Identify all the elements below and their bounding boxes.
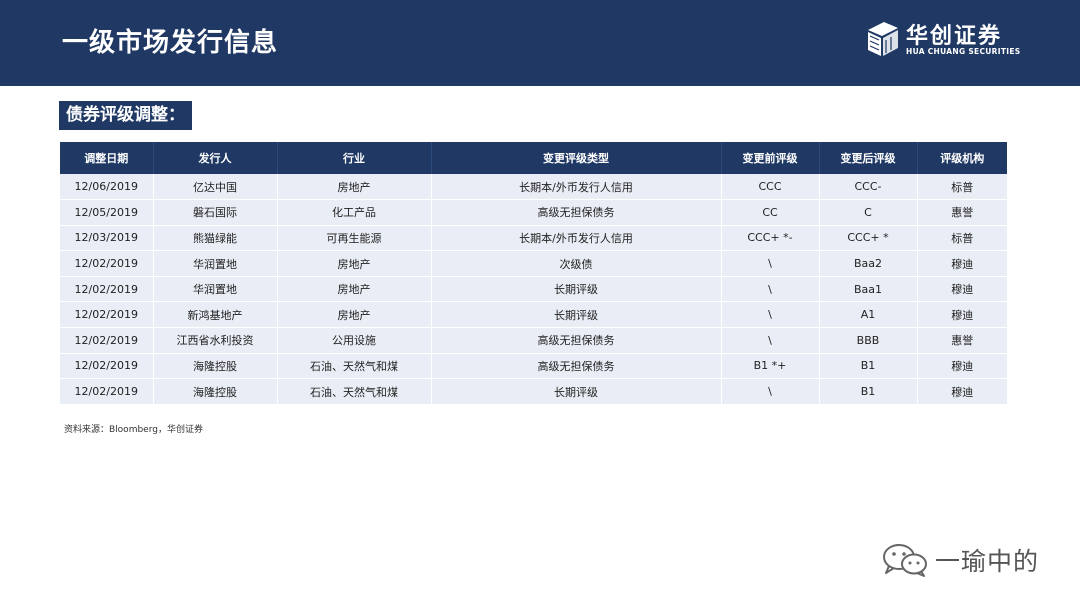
cell-date: 12/03/2019 (60, 225, 154, 252)
cell-prev-rating: \ (721, 378, 820, 405)
cell-new-rating: CCC+ * (819, 225, 918, 252)
cell-date: 12/02/2019 (60, 250, 154, 277)
table-row: 12/06/2019 亿达中国 房地产 长期本/外币发行人信用 CCC CCC-… (60, 174, 1007, 201)
col-header-date: 调整日期 (60, 142, 154, 174)
cell-new-rating: BBB (819, 327, 918, 354)
wechat-icon (883, 544, 927, 577)
cell-prev-rating: CCC (721, 174, 820, 201)
cell-prev-rating: \ (721, 276, 820, 303)
cell-industry: 石油、天然气和煤 (277, 353, 432, 380)
cell-rating-type: 高级无担保债务 (431, 327, 722, 354)
cell-date: 12/06/2019 (60, 174, 154, 201)
watermark: 一瑜中的 (880, 540, 1060, 580)
col-header-new-rating: 变更后评级 (819, 142, 918, 174)
cell-rating-type: 高级无担保债务 (431, 353, 722, 380)
cell-prev-rating: CC (721, 199, 820, 226)
cell-agency: 标普 (917, 174, 1007, 201)
cell-agency: 惠誉 (917, 327, 1007, 354)
cell-rating-type: 长期评级 (431, 378, 722, 405)
table-header-row: 调整日期 发行人 行业 变更评级类型 变更前评级 变更后评级 评级机构 (60, 142, 1007, 174)
cell-agency: 穆迪 (917, 353, 1007, 380)
company-logo: 华创证券 HUA CHUANG SECURITIES (864, 20, 1024, 62)
cell-new-rating: A1 (819, 301, 918, 329)
page-title: 一级市场发行信息 (62, 28, 279, 58)
table-row: 12/02/2019 海隆控股 石油、天然气和煤 高级无担保债务 B1 *+ B… (60, 353, 1007, 380)
rating-adjustment-table: 调整日期 发行人 行业 变更评级类型 变更前评级 变更后评级 评级机构 12/0… (60, 142, 1007, 405)
table-row: 12/02/2019 华润置地 房地产 长期评级 \ Baa1 穆迪 (60, 276, 1007, 303)
logo-cube-icon (868, 22, 898, 56)
header-bar: 一级市场发行信息 华创证券 HUA CHUANG SECURITIES (0, 0, 1080, 86)
cell-issuer: 新鸿基地产 (153, 301, 278, 329)
cell-industry: 房地产 (277, 174, 432, 201)
col-header-prev-rating: 变更前评级 (721, 142, 820, 174)
cell-date: 12/02/2019 (60, 353, 154, 380)
cell-prev-rating: \ (721, 327, 820, 354)
table-row: 12/02/2019 海隆控股 石油、天然气和煤 长期评级 \ B1 穆迪 (60, 378, 1007, 405)
cell-issuer: 海隆控股 (153, 378, 278, 405)
cell-prev-rating: B1 *+ (721, 353, 820, 380)
cell-new-rating: Baa1 (819, 276, 918, 303)
cell-industry: 石油、天然气和煤 (277, 378, 432, 405)
cell-date: 12/02/2019 (60, 327, 154, 354)
cell-rating-type: 长期评级 (431, 276, 722, 303)
logo-chinese-name: 华创证券 (906, 24, 1003, 49)
col-header-agency: 评级机构 (917, 142, 1007, 174)
table-row: 12/02/2019 新鸿基地产 房地产 长期评级 \ A1 穆迪 (60, 301, 1007, 329)
cell-date: 12/02/2019 (60, 276, 154, 303)
section-title: 债券评级调整： (59, 101, 192, 130)
cell-rating-type: 次级债 (431, 250, 722, 277)
watermark-text: 一瑜中的 (935, 547, 1040, 576)
cell-issuer: 亿达中国 (153, 174, 278, 201)
cell-issuer: 熊猫绿能 (153, 225, 278, 252)
source-note: 资料来源：Bloomberg，华创证券 (64, 425, 203, 435)
cell-new-rating: B1 (819, 378, 918, 405)
col-header-issuer: 发行人 (153, 142, 278, 174)
cell-prev-rating: \ (721, 301, 820, 329)
cell-prev-rating: \ (721, 250, 820, 277)
cell-new-rating: B1 (819, 353, 918, 380)
cell-issuer: 磐石国际 (153, 199, 278, 226)
cell-rating-type: 长期本/外币发行人信用 (431, 225, 722, 252)
cell-agency: 穆迪 (917, 378, 1007, 405)
cell-rating-type: 长期本/外币发行人信用 (431, 174, 722, 201)
cell-agency: 穆迪 (917, 301, 1007, 329)
cell-issuer: 海隆控股 (153, 353, 278, 380)
cell-date: 12/05/2019 (60, 199, 154, 226)
cell-date: 12/02/2019 (60, 301, 154, 329)
cell-industry: 房地产 (277, 250, 432, 277)
col-header-rating-type: 变更评级类型 (431, 142, 722, 174)
cell-industry: 可再生能源 (277, 225, 432, 252)
cell-agency: 穆迪 (917, 250, 1007, 277)
cell-new-rating: Baa2 (819, 250, 918, 277)
cell-prev-rating: CCC+ *- (721, 225, 820, 252)
table-row: 12/02/2019 江西省水利投资 公用设施 高级无担保债务 \ BBB 惠誉 (60, 327, 1007, 354)
col-header-industry: 行业 (277, 142, 432, 174)
cell-agency: 穆迪 (917, 276, 1007, 303)
cell-issuer: 江西省水利投资 (153, 327, 278, 354)
cell-rating-type: 长期评级 (431, 301, 722, 329)
cell-agency: 标普 (917, 225, 1007, 252)
cell-date: 12/02/2019 (60, 378, 154, 405)
cell-industry: 化工产品 (277, 199, 432, 226)
cell-industry: 房地产 (277, 301, 432, 329)
cell-rating-type: 高级无担保债务 (431, 199, 722, 226)
table-row: 12/02/2019 华润置地 房地产 次级债 \ Baa2 穆迪 (60, 250, 1007, 277)
cell-new-rating: CCC- (819, 174, 918, 201)
cell-industry: 公用设施 (277, 327, 432, 354)
cell-issuer: 华润置地 (153, 250, 278, 277)
cell-issuer: 华润置地 (153, 276, 278, 303)
cell-agency: 惠誉 (917, 199, 1007, 226)
cell-new-rating: C (819, 199, 918, 226)
table-row: 12/03/2019 熊猫绿能 可再生能源 长期本/外币发行人信用 CCC+ *… (60, 225, 1007, 252)
table-row: 12/05/2019 磐石国际 化工产品 高级无担保债务 CC C 惠誉 (60, 199, 1007, 226)
cell-industry: 房地产 (277, 276, 432, 303)
logo-english-name: HUA CHUANG SECURITIES (906, 47, 1021, 56)
